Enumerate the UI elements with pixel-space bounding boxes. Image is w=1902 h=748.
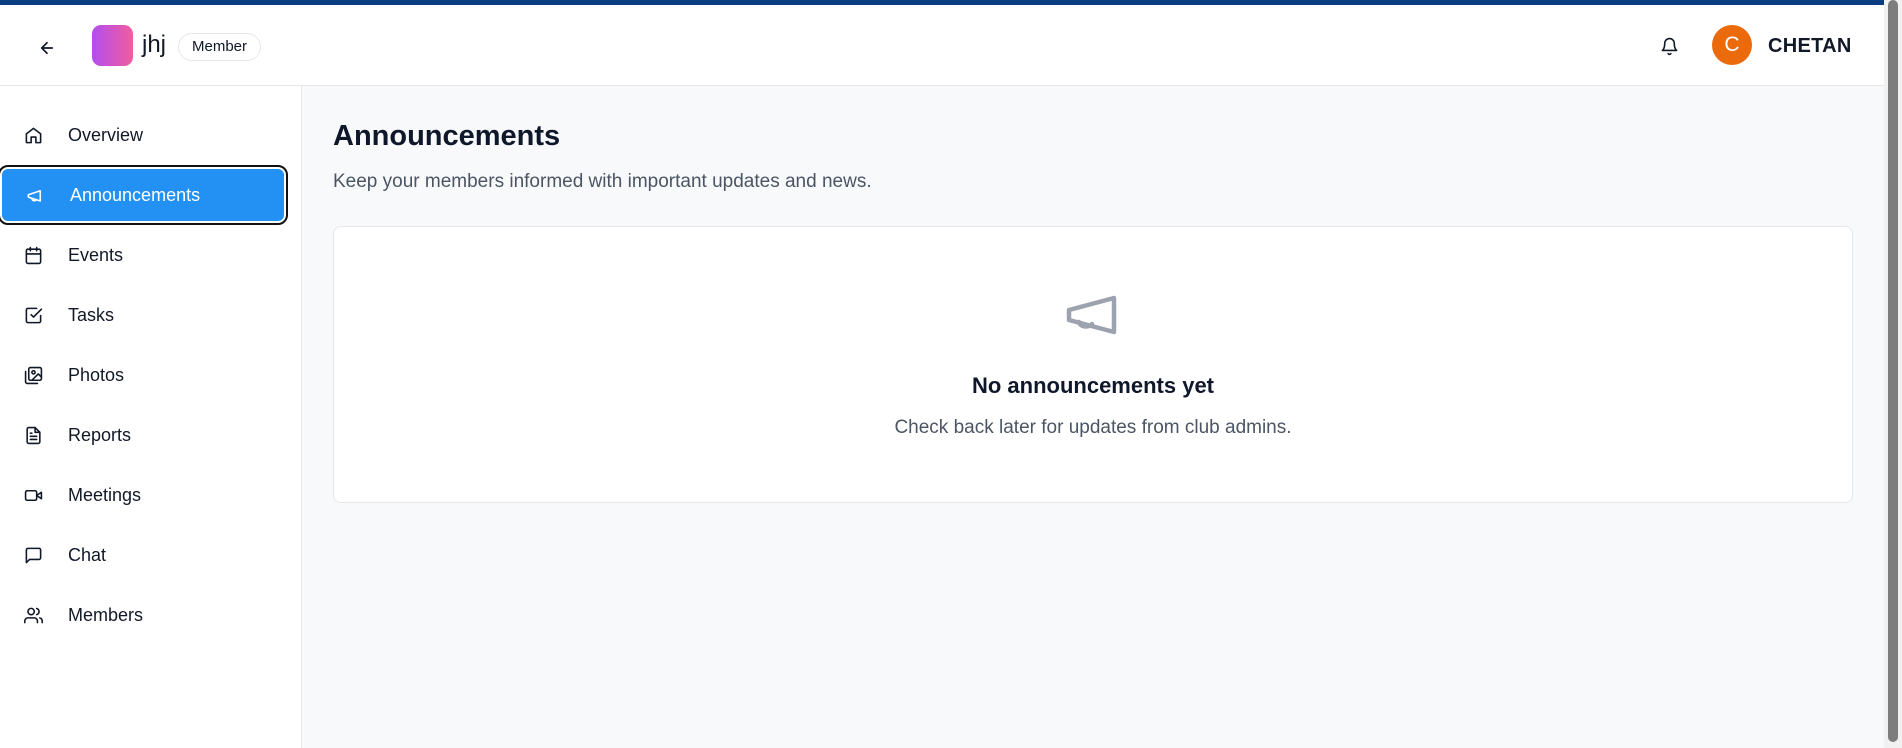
sidebar-item-label: Announcements [70,184,201,205]
club-name: jhj [142,31,167,58]
sidebar-item-reports[interactable]: Reports [0,409,286,461]
empty-state-message: Check back later for updates from club a… [894,417,1292,438]
sidebar-item-members[interactable]: Members [0,589,286,641]
arrow-left-icon [40,41,54,55]
bell-icon [1661,37,1677,55]
chat-icon [23,545,43,565]
avatar[interactable]: C [1712,25,1752,65]
empty-state-card: No announcements yet Check back later fo… [333,226,1853,503]
sidebar-item-overview[interactable]: Overview [0,109,286,161]
sidebar-item-meetings[interactable]: Meetings [0,469,286,521]
home-icon [23,125,43,145]
document-icon [23,425,43,445]
sidebar-item-tasks[interactable]: Tasks [0,289,286,341]
sidebar-item-label: Overview [68,124,144,145]
sidebar-item-photos[interactable]: Photos [0,349,286,401]
club-logo [92,25,133,66]
role-badge: Member [178,33,262,61]
page-title: Announcements [333,120,561,152]
sidebar-item-label: Reports [68,424,132,445]
megaphone-icon [1066,295,1117,335]
empty-state-title: No announcements yet [971,373,1215,398]
page-subtitle: Keep your members informed with importan… [333,171,872,192]
sidebar-item-events[interactable]: Events [0,229,286,281]
top-header: jhj Member C CHETAN [0,5,1884,86]
sidebar-item-label: Chat [68,544,107,565]
main-content: Announcements Keep your members informed… [303,86,1884,748]
scrollbar-thumb[interactable] [1888,0,1898,742]
sidebar-item-label: Events [68,244,124,265]
users-icon [23,605,43,625]
sidebar-item-label: Meetings [68,484,142,505]
sidebar-item-chat[interactable]: Chat [0,529,286,581]
sidebar: Overview Announcements Events Tasks Phot… [0,86,302,748]
back-button[interactable] [32,33,62,63]
sidebar-item-announcements[interactable]: Announcements [0,165,288,225]
megaphone-icon [25,185,45,205]
sidebar-item-label: Photos [68,364,125,385]
images-icon [23,365,43,385]
calendar-icon [23,245,43,265]
checkbox-icon [23,305,43,325]
notifications-button[interactable] [1654,31,1684,61]
username[interactable]: CHETAN [1768,35,1852,58]
sidebar-item-label: Tasks [68,304,115,325]
video-icon [23,485,43,505]
sidebar-item-label: Members [68,604,144,625]
